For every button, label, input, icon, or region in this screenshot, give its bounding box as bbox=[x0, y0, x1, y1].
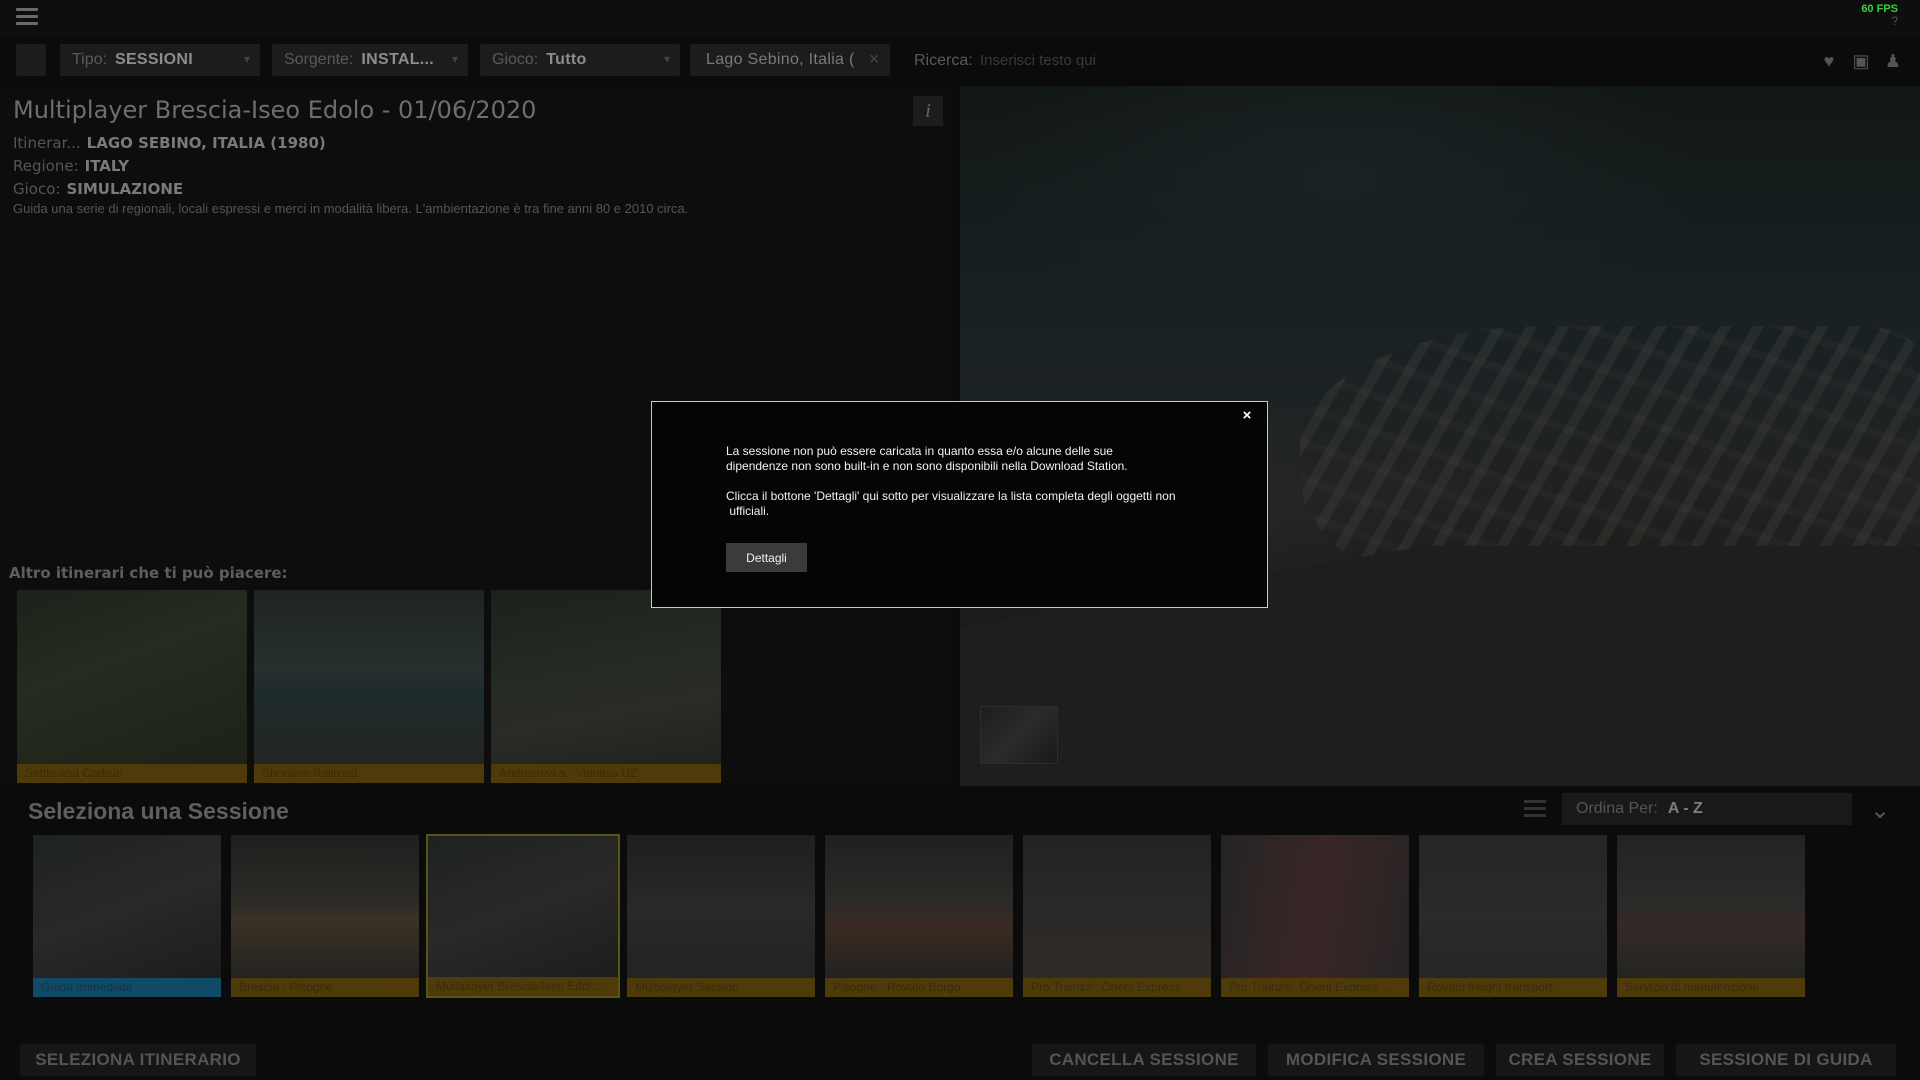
session-card[interactable]: Pro Trainz®: Orient Express bbox=[1022, 834, 1212, 998]
error-dialog: × La sessione non può essere caricata in… bbox=[651, 401, 1268, 608]
sort-label: Ordina Per: bbox=[1576, 800, 1658, 817]
type-filter-value: SESSIONI bbox=[114, 51, 193, 68]
game-filter-label: Gioco: bbox=[492, 51, 539, 68]
type-filter[interactable]: Tipo: SESSIONI ▾ bbox=[60, 44, 260, 76]
chevron-down-icon: ▾ bbox=[451, 52, 458, 66]
delete-session-button[interactable]: CANCELLA SESSIONE bbox=[1032, 1044, 1256, 1076]
itinerary-row: Itinerar... LAGO SEBINO, ITALIA (1980) bbox=[13, 134, 326, 152]
source-filter[interactable]: Sorgente: INSTAL... ▾ bbox=[272, 44, 468, 76]
sort-value: A - Z bbox=[1667, 800, 1703, 817]
itinerary-label: Itinerar... bbox=[13, 134, 81, 152]
recommended-route-card[interactable]: Andrushivka - Vinnitsa UZ bbox=[491, 590, 721, 783]
session-thumbnail bbox=[627, 835, 815, 979]
session-card-selected[interactable]: Multiplayer Brescia-Iseo Edol... bbox=[426, 834, 620, 998]
session-card-label: Pisogne - Rovato Borgo bbox=[825, 978, 1013, 997]
session-card-label: Pro Trainz®: Orient Express bbox=[1023, 978, 1211, 997]
session-card-label: Rovato freight transport bbox=[1419, 978, 1607, 997]
details-button[interactable]: Dettagli bbox=[726, 543, 807, 572]
list-view-icon[interactable] bbox=[1524, 800, 1546, 822]
trash-icon[interactable]: ▣ bbox=[1850, 50, 1872, 72]
region-row: Regione: ITALY bbox=[13, 157, 129, 175]
session-thumbnail bbox=[428, 836, 618, 980]
user-icon[interactable]: ♟ bbox=[1882, 50, 1904, 72]
region-label: Regione: bbox=[13, 157, 79, 175]
type-filter-label: Tipo: bbox=[72, 51, 107, 68]
session-card-label: Multiplayer Brescia-Iseo Edol... bbox=[428, 977, 618, 996]
route-filter[interactable]: Lago Sebino, Italia ( ✕ bbox=[690, 44, 890, 76]
edit-session-button[interactable]: MODIFICA SESSIONE bbox=[1268, 1044, 1484, 1076]
session-card-label: Guida Immediata bbox=[33, 978, 221, 997]
recommendations-heading: Altro itinerari che ti può piacere: bbox=[9, 564, 288, 582]
itinerary-value: LAGO SEBINO, ITALIA (1980) bbox=[86, 134, 326, 152]
sort-dropdown[interactable]: Ordina Per: A - Z bbox=[1562, 793, 1852, 825]
back-button[interactable] bbox=[16, 44, 46, 76]
session-thumbnail bbox=[231, 835, 419, 979]
recommended-route-card[interactable]: Settle and Carlisle bbox=[17, 590, 247, 783]
search-input[interactable] bbox=[980, 47, 1280, 73]
sessions-heading: Seleziona una Sessione bbox=[28, 798, 289, 824]
route-card-label: Andrushivka - Vinnitsa UZ bbox=[491, 764, 721, 783]
session-card[interactable]: Pisogne - Rovato Borgo bbox=[824, 834, 1014, 998]
region-value: ITALY bbox=[84, 157, 129, 175]
session-thumbnail bbox=[1221, 835, 1409, 979]
chevron-down-icon: ▾ bbox=[243, 52, 250, 66]
recommended-route-card[interactable]: Shortline Railroad bbox=[254, 590, 484, 783]
chevron-down-icon: ▾ bbox=[663, 52, 670, 66]
info-button[interactable]: i bbox=[913, 96, 943, 126]
chevron-down-icon[interactable]: ⌄ bbox=[1864, 796, 1896, 824]
session-thumbnail bbox=[1419, 835, 1607, 979]
source-filter-label: Sorgente: bbox=[284, 51, 354, 68]
session-card[interactable]: Servizio di manutenzione bbox=[1616, 834, 1806, 998]
dialog-message-line: La sessione non può essere caricata in q… bbox=[726, 444, 1113, 458]
route-card-label: Shortline Railroad bbox=[254, 764, 484, 783]
session-thumbnail bbox=[1617, 835, 1805, 979]
game-filter-value: Tutto bbox=[546, 51, 587, 68]
session-card[interactable]: Rovato freight transport bbox=[1418, 834, 1608, 998]
close-icon[interactable]: × bbox=[1239, 408, 1255, 424]
dialog-message-line: dipendenze non sono built-in e non sono … bbox=[726, 459, 1128, 473]
session-description: Guida una serie di regionali, locali esp… bbox=[13, 201, 689, 216]
help-icon[interactable]: ? bbox=[1891, 14, 1898, 28]
route-filter-value: Lago Sebino, Italia ( bbox=[706, 51, 855, 68]
game-value: SIMULAZIONE bbox=[66, 180, 184, 198]
search-label: Ricerca: bbox=[914, 52, 973, 69]
create-session-button[interactable]: CREA SESSIONE bbox=[1496, 1044, 1664, 1076]
route-thumbnail bbox=[254, 590, 484, 764]
clear-icon[interactable]: ✕ bbox=[868, 51, 880, 68]
drive-session-button[interactable]: SESSIONE DI GUIDA bbox=[1676, 1044, 1896, 1076]
dialog-message-line: ufficiali. bbox=[726, 504, 770, 518]
game-row: Gioco: SIMULAZIONE bbox=[13, 180, 183, 198]
session-card-label: Pro Trainz®: Orient Express ... bbox=[1221, 978, 1409, 997]
game-filter[interactable]: Gioco: Tutto ▾ bbox=[480, 44, 680, 76]
favorites-icon[interactable]: ♥ bbox=[1818, 50, 1840, 72]
session-card[interactable]: Multiplayer Session bbox=[626, 834, 816, 998]
source-filter-value: INSTAL... bbox=[361, 51, 435, 68]
route-card-label: Settle and Carlisle bbox=[17, 764, 247, 783]
session-card-label: Multiplayer Session bbox=[627, 978, 815, 997]
session-card[interactable]: Brescia - Pisogne bbox=[230, 834, 420, 998]
menu-icon[interactable] bbox=[16, 8, 38, 26]
session-card[interactable]: Pro Trainz®: Orient Express ... bbox=[1220, 834, 1410, 998]
game-label: Gioco: bbox=[13, 180, 61, 198]
session-card[interactable]: Guida Immediata bbox=[32, 834, 222, 998]
select-route-button[interactable]: SELEZIONA ITINERARIO bbox=[20, 1044, 256, 1076]
route-thumbnail bbox=[17, 590, 247, 764]
top-bar: 60 FPS ? bbox=[0, 0, 1920, 36]
session-thumbnail bbox=[1023, 835, 1211, 979]
session-title: Multiplayer Brescia-Iseo Edolo - 01/06/2… bbox=[13, 96, 537, 124]
route-thumbnail bbox=[491, 590, 721, 764]
session-card-label: Servizio di manutenzione bbox=[1617, 978, 1805, 997]
preview-thumbnail[interactable] bbox=[980, 706, 1058, 764]
session-thumbnail bbox=[825, 835, 1013, 979]
session-card-label: Brescia - Pisogne bbox=[231, 978, 419, 997]
filter-row: Tipo: SESSIONI ▾ Sorgente: INSTAL... ▾ G… bbox=[0, 44, 1920, 78]
session-thumbnail bbox=[33, 835, 221, 979]
dialog-message-line: Clicca il bottone 'Dettagli' qui sotto p… bbox=[726, 489, 1176, 503]
